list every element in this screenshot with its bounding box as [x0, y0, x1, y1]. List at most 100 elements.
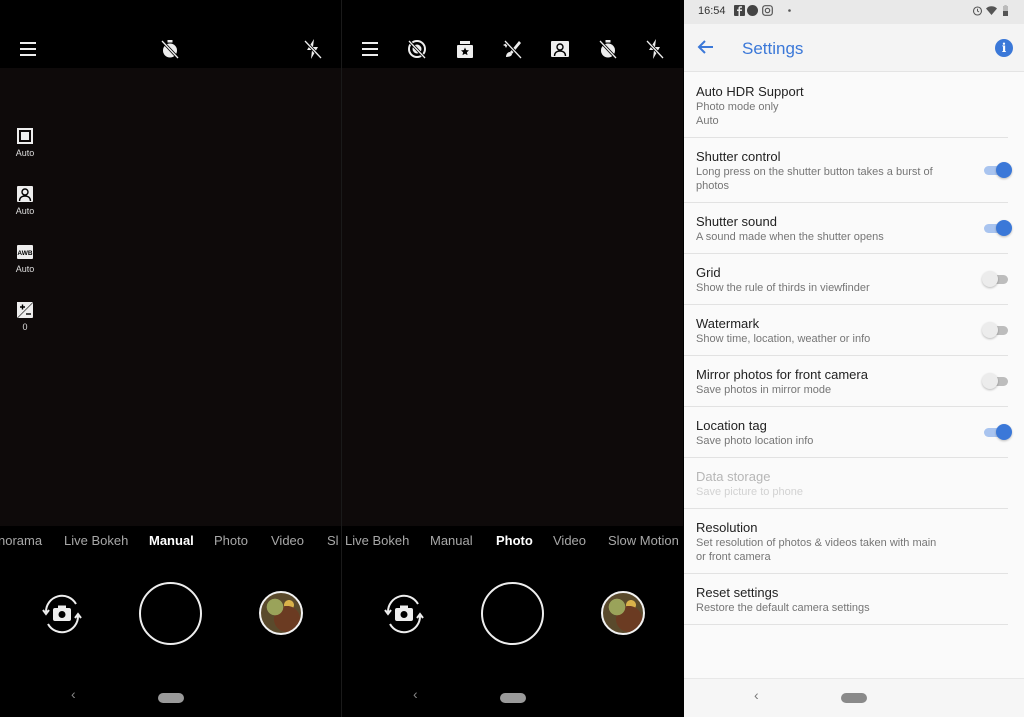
setting-location-tag[interactable]: Location tag Save photo location info [684, 407, 1012, 458]
page-title: Settings [742, 39, 804, 58]
mode-photo[interactable]: Photo [496, 533, 533, 548]
dot-icon [788, 9, 791, 12]
bothie-icon[interactable] [454, 38, 476, 60]
mode-manual[interactable]: Manual [430, 533, 473, 548]
focus-control[interactable]: Auto [10, 185, 40, 216]
metering-control[interactable]: Auto [10, 127, 40, 158]
camera-top-bar [342, 30, 683, 68]
setting-title: Reset settings [696, 585, 779, 600]
mode-selector: norama Live Bokeh Manual Photo Video Sl [0, 533, 341, 551]
switch-camera-icon [384, 594, 424, 634]
menu-icon[interactable] [17, 38, 39, 60]
viewfinder[interactable] [0, 68, 341, 526]
system-nav-bar: ‹ [342, 680, 683, 714]
viewfinder[interactable] [342, 68, 683, 526]
mode-photo[interactable]: Photo [214, 533, 248, 548]
flash-off-icon[interactable] [302, 38, 324, 60]
shutter-button[interactable] [481, 582, 544, 645]
focus-value: Auto [15, 206, 35, 216]
nav-back-button[interactable]: ‹ [71, 686, 76, 702]
setting-data-storage: Data storage Save picture to phone [684, 458, 1008, 509]
nav-home-button[interactable] [500, 693, 526, 703]
settings-list: Auto HDR Support Photo mode only Auto Sh… [684, 73, 1024, 625]
mode-panorama[interactable]: norama [0, 533, 42, 548]
mode-selector: Live Bokeh Manual Photo Video Slow Motio… [342, 533, 683, 551]
screenshot-root: Auto Auto AWB Auto 0 norama Live Bokeh M… [0, 0, 1024, 717]
switch-camera-button[interactable] [380, 590, 428, 638]
mode-video[interactable]: Video [553, 533, 586, 548]
app-bar: Settings i [684, 24, 1024, 72]
setting-title: Location tag [696, 418, 767, 433]
setting-subtitle: Show the rule of thirds in viewfinder [696, 282, 870, 294]
metering-value: Auto [15, 148, 35, 158]
shutter-control-toggle[interactable] [982, 161, 1012, 179]
settings-panel: 16:54 Settings i Auto HDR Support Photo … [684, 0, 1024, 717]
hdr-off-icon[interactable] [406, 38, 428, 60]
system-nav-bar: ‹ [684, 678, 1024, 717]
setting-subtitle: A sound made when the shutter opens [696, 231, 884, 243]
nav-back-button[interactable]: ‹ [413, 686, 418, 702]
mode-manual[interactable]: Manual [149, 533, 194, 548]
switch-camera-button[interactable] [38, 590, 86, 638]
setting-subtitle: Set resolution of photos & videos taken … [696, 537, 937, 563]
white-balance-control[interactable]: AWB Auto [10, 243, 40, 274]
exposure-compensation-icon [16, 301, 34, 319]
mode-slow-motion[interactable]: Slow Motion [608, 533, 679, 548]
alarm-icon [972, 6, 983, 16]
system-nav-bar: ‹ [0, 680, 341, 714]
setting-grid[interactable]: Grid Show the rule of thirds in viewfind… [684, 254, 1008, 305]
setting-subtitle: Show time, location, weather or info [696, 333, 871, 345]
wifi-icon [986, 6, 997, 15]
gallery-thumbnail[interactable] [259, 591, 303, 635]
camera-panel-manual: Auto Auto AWB Auto 0 norama Live Bokeh M… [0, 0, 341, 717]
setting-subtitle: Photo mode only [696, 101, 779, 113]
battery-icon [1003, 5, 1008, 16]
mirror-photos-toggle[interactable] [982, 372, 1012, 390]
setting-subtitle: Save photo location info [696, 435, 814, 447]
mode-live-bokeh[interactable]: Live Bokeh [345, 533, 409, 548]
setting-subtitle: Long press on the shutter button takes a… [696, 166, 933, 192]
timer-off-icon[interactable] [597, 38, 619, 60]
setting-value: Auto [696, 115, 719, 127]
flash-off-icon[interactable] [644, 38, 666, 60]
info-icon[interactable]: i [995, 39, 1013, 57]
setting-subtitle: Save picture to phone [696, 486, 804, 498]
shutter-sound-toggle[interactable] [982, 219, 1012, 237]
location-tag-toggle[interactable] [982, 423, 1012, 441]
beauty-off-icon[interactable] [502, 38, 524, 60]
setting-title: Grid [696, 265, 721, 280]
setting-mirror-photos[interactable]: Mirror photos for front camera Save phot… [684, 356, 1008, 407]
watermark-toggle[interactable] [982, 321, 1012, 339]
setting-title: Shutter control [696, 149, 781, 164]
nav-home-button[interactable] [841, 693, 867, 703]
setting-shutter-control[interactable]: Shutter control Long press on the shutte… [684, 138, 1012, 203]
white-balance-value: Auto [15, 264, 35, 274]
nav-back-button[interactable]: ‹ [754, 687, 759, 703]
gallery-thumbnail[interactable] [601, 591, 645, 635]
timer-off-icon[interactable] [159, 38, 181, 60]
setting-shutter-sound[interactable]: Shutter sound A sound made when the shut… [684, 203, 1012, 254]
facebook-icon [734, 5, 745, 16]
instagram-icon [762, 5, 773, 16]
setting-reset[interactable]: Reset settings Restore the default camer… [684, 574, 1008, 625]
shutter-button[interactable] [139, 582, 202, 645]
back-arrow-icon[interactable] [696, 37, 716, 57]
portrait-icon [16, 185, 34, 203]
menu-icon[interactable] [359, 38, 381, 60]
setting-watermark[interactable]: Watermark Show time, location, weather o… [684, 305, 1008, 356]
exposure-control[interactable]: 0 [10, 301, 40, 332]
mode-video[interactable]: Video [271, 533, 304, 548]
setting-title: Data storage [696, 469, 771, 484]
nav-home-button[interactable] [158, 693, 184, 703]
mode-slow-motion[interactable]: Sl [327, 533, 339, 548]
setting-auto-hdr[interactable]: Auto HDR Support Photo mode only Auto [684, 73, 1008, 138]
setting-resolution[interactable]: Resolution Set resolution of photos & vi… [684, 509, 1008, 574]
grid-toggle[interactable] [982, 270, 1012, 288]
status-bar: 16:54 [684, 0, 1024, 24]
mode-live-bokeh[interactable]: Live Bokeh [64, 533, 128, 548]
camera-top-bar [0, 30, 341, 68]
messenger-icon [747, 5, 758, 16]
camera-panel-photo: Live Bokeh Manual Photo Video Slow Motio… [341, 0, 683, 717]
portrait-frame-icon[interactable] [549, 38, 571, 60]
exposure-value: 0 [22, 322, 28, 332]
